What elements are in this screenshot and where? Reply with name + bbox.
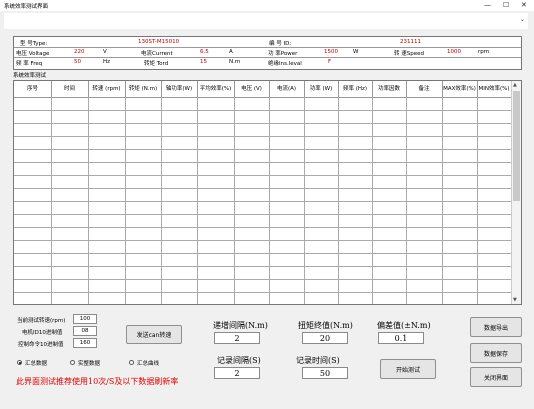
column-header[interactable]: 频率 (Hz) — [338, 81, 373, 97]
record-interval-input[interactable]: 2 — [214, 367, 260, 379]
table-title: 系统效率测试 — [13, 73, 47, 79]
power-value: 1500 — [324, 49, 338, 55]
speed-value: 1000 — [447, 49, 461, 55]
freq-unit: Hz — [103, 59, 111, 65]
data-grid[interactable]: 序号 时间 转速 (rpm) 转矩 (N.m) 轴功率(W) 平均效率(%) 电… — [13, 80, 522, 305]
motor-id-label: 电机ID10进制值 — [22, 330, 63, 336]
ins-label: 绝缘Ins.leval — [268, 61, 302, 67]
chevron-down-icon[interactable]: ⌄ — [520, 16, 525, 23]
grid-row-line — [14, 240, 511, 241]
grid-row-line — [14, 279, 511, 280]
ins-value: F — [328, 59, 332, 65]
vertical-scrollbar[interactable]: ▲ ▼ — [511, 81, 521, 304]
title-bar: 系统效率测试界面 — ☐ ✕ — [0, 0, 534, 11]
grid-row-line — [14, 136, 511, 137]
motor-id-input[interactable]: 08 — [73, 326, 97, 336]
column-header[interactable]: 转矩 (N.m) — [125, 81, 162, 97]
grid-row-line — [14, 175, 511, 176]
offset-label: 偏差值(±N.m) — [377, 321, 431, 330]
start-test-button[interactable]: 开始测试 — [380, 359, 436, 379]
freq-value: 50 — [74, 59, 81, 65]
radio-summary[interactable] — [17, 360, 22, 365]
column-header[interactable]: 轴功率(W) — [161, 81, 198, 97]
column-header[interactable]: 序号 — [14, 81, 52, 97]
model-value: 130ST-M15010 — [138, 39, 180, 45]
speed-label: 当前测试转速(rpm) — [17, 318, 66, 324]
grid-row-line — [14, 253, 511, 254]
record-interval-label: 记录间隔(S) — [217, 356, 261, 365]
radio-summary-label[interactable]: 汇总数据 — [25, 359, 47, 367]
grid-row-line — [14, 162, 511, 163]
column-header[interactable]: 备注 — [406, 81, 443, 97]
minimize-icon[interactable]: — — [484, 1, 491, 9]
torque-end-label: 扭矩终值(N.m) — [298, 321, 353, 330]
ctrl-cmd-input[interactable]: 160 — [73, 338, 97, 348]
id-value: 231111 — [400, 39, 421, 45]
record-time-input[interactable]: 50 — [302, 367, 348, 379]
notice-text: 此界面测试推荐使用10次/S及以下数据刷新率 — [16, 377, 179, 386]
scrollbar-thumb[interactable] — [513, 91, 520, 201]
id-label: 编 号 ID: — [269, 41, 292, 47]
column-header[interactable]: 功率因数 — [372, 81, 407, 97]
grid-row-line — [14, 201, 511, 202]
step-label: 递增间隔(N.m) — [213, 321, 268, 330]
window-title: 系统效率测试界面 — [4, 4, 49, 10]
close-window-button[interactable]: 关闭界面 — [470, 367, 522, 387]
speed-unit: rpm — [478, 49, 490, 55]
maximize-icon[interactable]: ☐ — [503, 1, 509, 9]
grid-row-line — [14, 227, 511, 228]
speed-label: 转 速Speed — [394, 51, 424, 57]
voltage-unit: V — [103, 49, 107, 55]
step-input[interactable]: 2 — [214, 332, 260, 344]
save-data-button[interactable]: 数据保存 — [470, 343, 522, 363]
grid-row-line — [14, 266, 511, 267]
current-unit: A — [229, 49, 233, 55]
torque-label: 转矩 Tord — [144, 61, 169, 67]
column-header[interactable]: MAX效率(%) — [442, 81, 478, 97]
radio-realtime[interactable] — [70, 360, 75, 365]
column-header[interactable]: 功率 (W) — [304, 81, 339, 97]
column-header[interactable]: MIN效率(%) — [477, 81, 512, 97]
motor-info-panel: 型 号Type: 130ST-M15010 编 号 ID: 231111 电压 … — [13, 36, 522, 70]
ctrl-cmd-label: 控制命令10进制值 — [18, 342, 64, 348]
top-strip[interactable]: ⌄ — [4, 13, 528, 29]
current-value: 6.5 — [200, 49, 209, 55]
column-header[interactable]: 平均效率(%) — [197, 81, 235, 97]
info-row-3: 频 率 Freq 50 Hz 转矩 Tord 15 N.m 绝缘Ins.leva… — [14, 57, 521, 67]
export-data-button[interactable]: 数据导出 — [470, 317, 522, 337]
scroll-down-icon[interactable]: ▼ — [513, 297, 517, 303]
power-unit: W — [353, 49, 359, 55]
column-header[interactable]: 电流(A) — [269, 81, 305, 97]
send-can-button[interactable]: 发送can转速 — [126, 325, 182, 344]
column-header[interactable]: 时间 — [51, 81, 89, 97]
record-time-label: 记录时间(S) — [296, 356, 340, 365]
grid-row-line — [14, 214, 511, 215]
radio-realtime-label[interactable]: 实整数据 — [78, 359, 100, 367]
offset-input[interactable]: 0.1 — [378, 332, 424, 344]
model-label: 型 号Type: — [20, 41, 48, 47]
grid-row-line — [14, 149, 511, 150]
current-label: 电流Current — [141, 51, 173, 57]
radio-curve-label[interactable]: 汇总曲线 — [137, 359, 159, 367]
torque-unit: N.m — [229, 59, 241, 65]
voltage-value: 220 — [74, 49, 85, 55]
torque-value: 15 — [200, 59, 207, 65]
column-header[interactable]: 电压 (V) — [234, 81, 270, 97]
grid-row-line — [14, 292, 511, 293]
voltage-label: 电压 Voltage — [16, 51, 50, 57]
grid-row-line — [14, 110, 511, 111]
column-header[interactable]: 转速 (rpm) — [88, 81, 126, 97]
scroll-up-icon[interactable]: ▲ — [513, 82, 517, 88]
grid-row-line — [14, 123, 511, 124]
radio-curve[interactable] — [129, 360, 134, 365]
grid-row-line — [14, 188, 511, 189]
grid-header: 序号 时间 转速 (rpm) 转矩 (N.m) 轴功率(W) 平均效率(%) 电… — [14, 81, 512, 98]
torque-end-input[interactable]: 20 — [302, 332, 348, 344]
power-label: 功 率Power — [268, 51, 298, 57]
freq-label: 频 率 Freq — [16, 61, 43, 67]
speed-input[interactable]: 100 — [73, 314, 97, 324]
close-icon[interactable]: ✕ — [521, 1, 527, 9]
